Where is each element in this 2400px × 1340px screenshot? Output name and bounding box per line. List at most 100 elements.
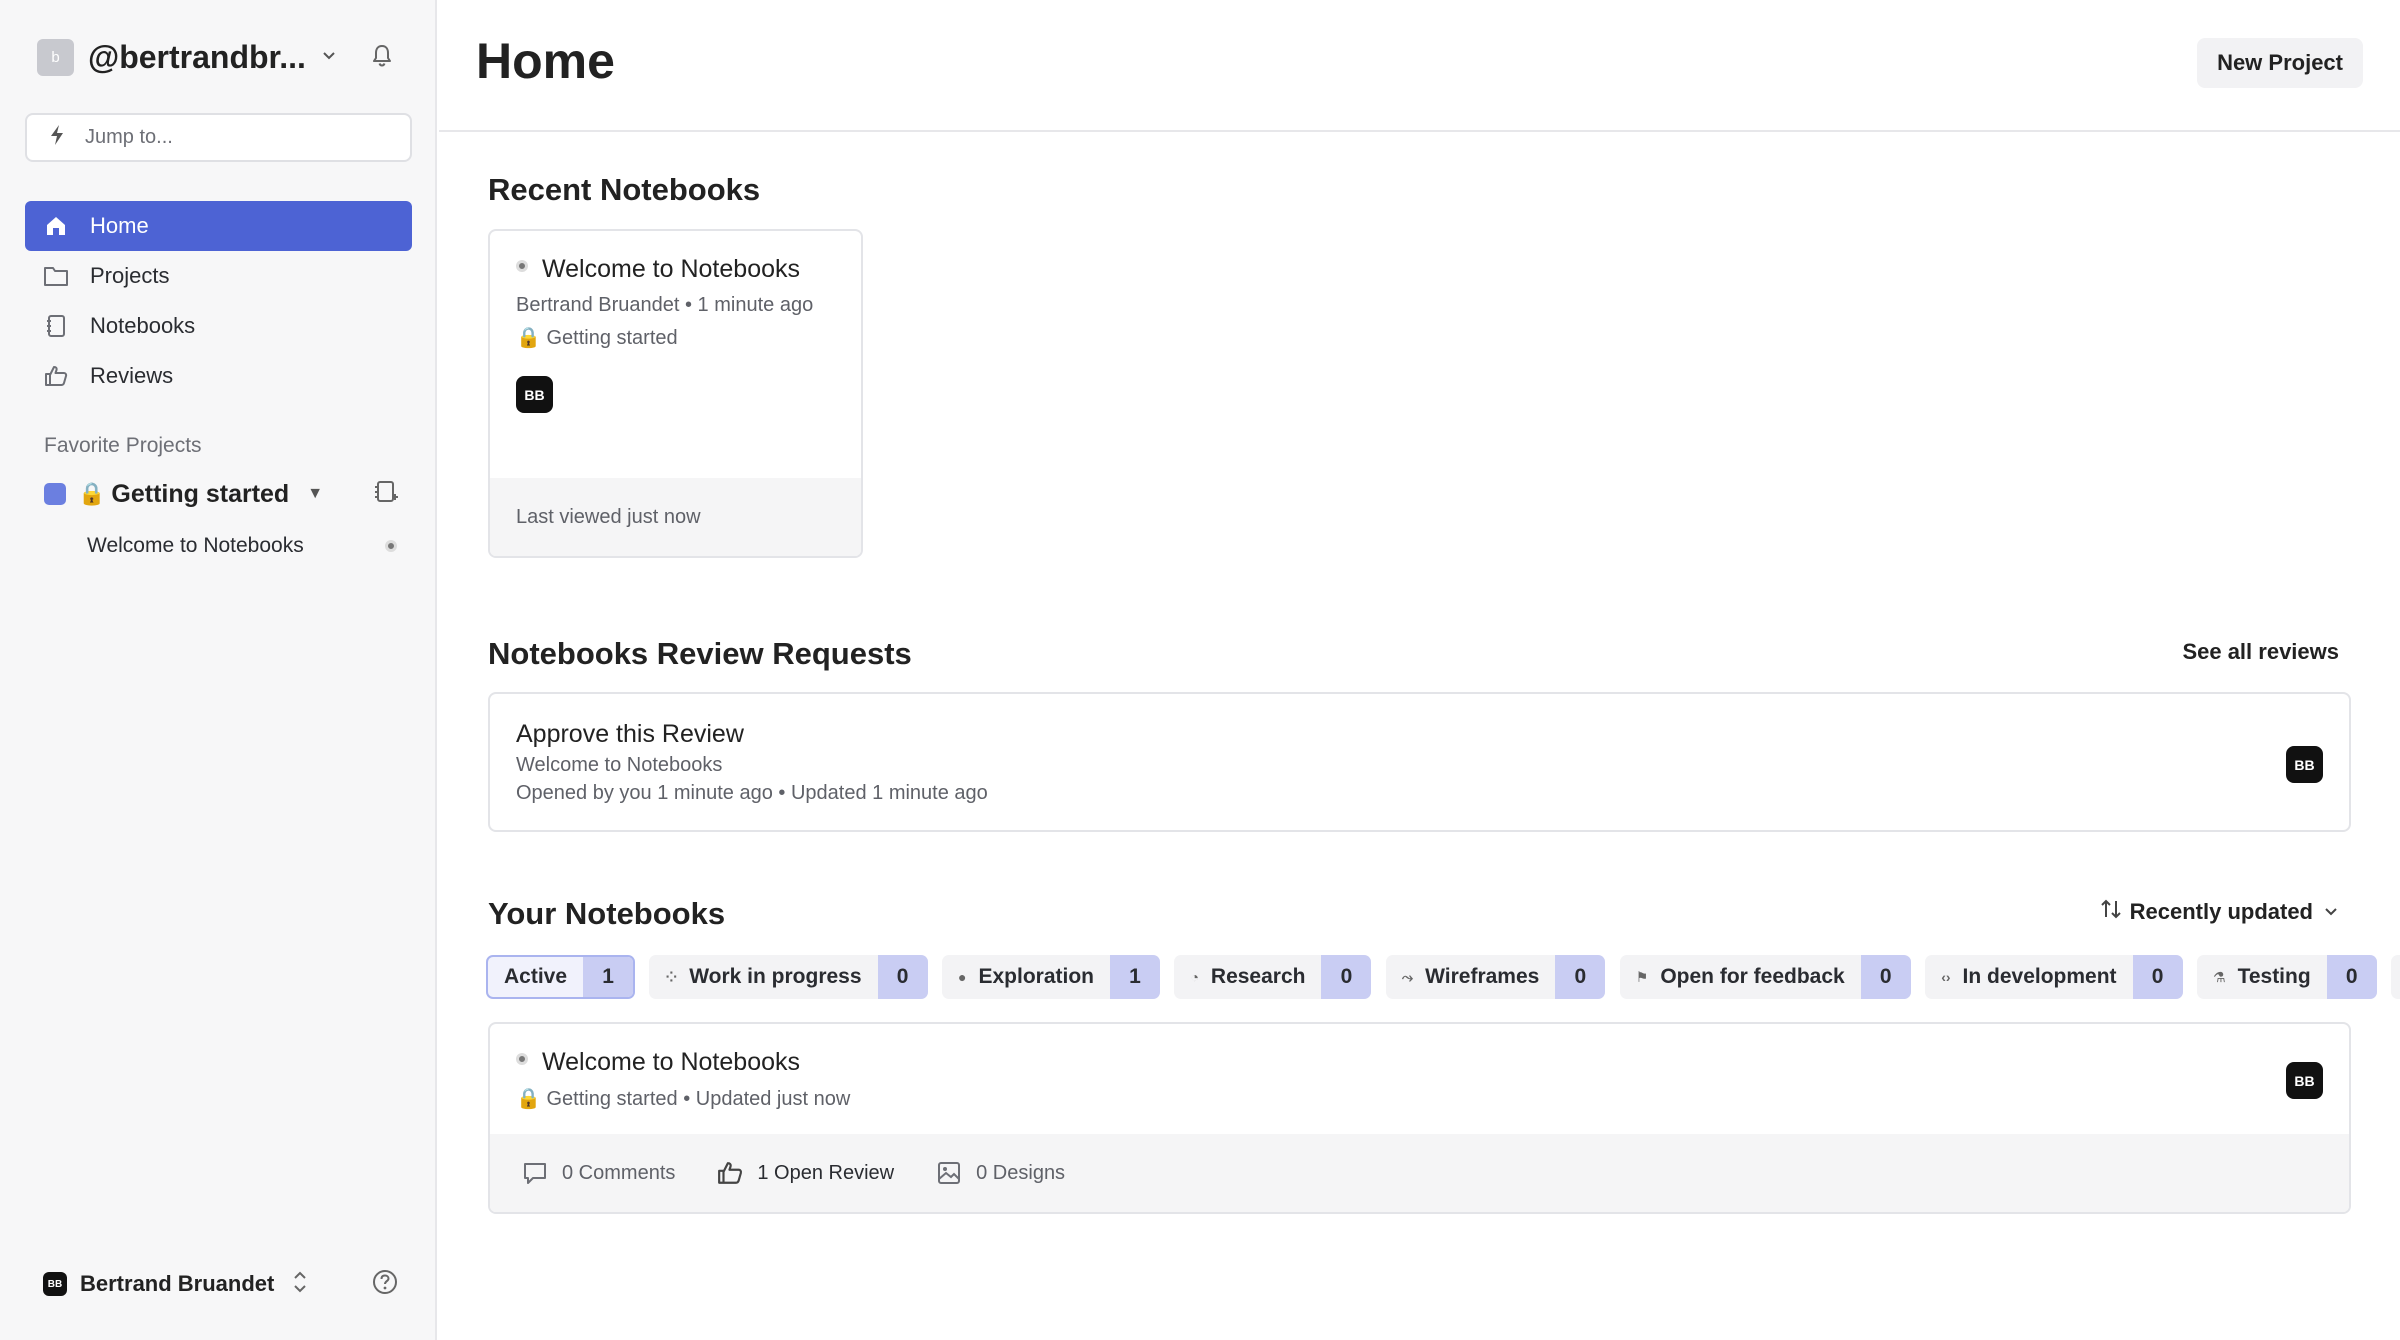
review-title: Approve this Review: [516, 720, 744, 748]
bell-icon[interactable]: [371, 43, 393, 72]
user-name: Bertrand Bruandet: [80, 1271, 275, 1296]
sidebar-item-label: Reviews: [90, 363, 174, 388]
status-dot-icon: [516, 259, 528, 272]
sidebar-item-notebooks[interactable]: Notebooks: [25, 301, 412, 351]
avatar: BB: [2286, 746, 2323, 783]
sidebar-item-label: Home: [90, 213, 149, 238]
chevron-down-icon: [2323, 899, 2339, 925]
filter-wireframes[interactable]: ⤳ Wireframes 0: [1385, 955, 1606, 999]
caret-down-icon[interactable]: ▼: [307, 485, 323, 503]
sidebar-nav: Home Projects Notebooks Reviews: [25, 201, 412, 401]
recent-notebook-card[interactable]: Welcome to Notebooks Bertrand Bruandet •…: [488, 229, 863, 558]
folder-icon: [42, 262, 70, 290]
chevron-down-icon[interactable]: [320, 46, 338, 69]
filter-count: 0: [877, 955, 928, 999]
favorite-project-name: Getting started: [111, 479, 290, 508]
see-all-reviews-link[interactable]: See all reviews: [2182, 639, 2339, 665]
designs-count[interactable]: 0 Designs: [936, 1160, 1065, 1186]
help-icon[interactable]: [372, 1269, 398, 1300]
circle-icon: ●: [958, 969, 967, 985]
wireframe-icon: ⤳: [1401, 968, 1414, 985]
research-icon: ◔: [1190, 969, 1199, 985]
review-requests-heading: Notebooks Review Requests: [488, 636, 912, 671]
favorite-notebook-label: Welcome to Notebooks: [87, 534, 304, 557]
avatar: BB: [43, 1272, 67, 1296]
review-meta: Opened by you 1 minute ago • Updated 1 m…: [516, 782, 988, 804]
filter-label: Work in progress: [689, 965, 862, 988]
notebook-list-item[interactable]: Welcome to Notebooks 🔒 Getting started •…: [488, 1022, 2351, 1214]
open-review-count[interactable]: 1 Open Review: [717, 1160, 894, 1186]
filter-count: 0: [2132, 955, 2183, 999]
add-notebook-icon[interactable]: [373, 479, 399, 510]
page-title: Home: [476, 33, 615, 89]
sort-dropdown[interactable]: Recently updated: [2100, 898, 2339, 926]
flag-icon: ⚑: [1635, 968, 1649, 985]
user-menu[interactable]: BB Bertrand Bruandet: [43, 1266, 398, 1302]
status-filter-bar: Active 1 ⁘ Work in progress 0 ● Exploratio…: [486, 955, 2400, 999]
sidebar-item-home[interactable]: Home: [25, 201, 412, 251]
filter-exploration[interactable]: ● Exploration 1: [942, 955, 1160, 999]
lock-icon: 🔒: [78, 481, 106, 506]
flask-icon: ⚗: [2213, 968, 2226, 985]
filter-count: 0: [1321, 955, 1372, 999]
filter-count: 1: [1109, 955, 1160, 999]
status-dot-icon: [516, 1052, 528, 1065]
favorite-project-getting-started[interactable]: 🔒 Getting started ▼: [44, 476, 399, 512]
notebook-title: Welcome to Notebooks: [542, 255, 800, 283]
notebook-author-time: Bertrand Bruandet • 1 minute ago: [516, 294, 814, 316]
sparkle-icon: ⁘: [665, 968, 678, 985]
lightning-icon: [49, 124, 65, 152]
comments-label: 0 Comments: [562, 1161, 676, 1184]
recent-notebooks-heading: Recent Notebooks: [488, 172, 761, 207]
code-icon: ‹›: [1941, 969, 1951, 985]
open-review-label: 1 Open Review: [757, 1161, 895, 1184]
thumbs-up-icon: [42, 362, 70, 390]
new-project-button[interactable]: New Project: [2197, 38, 2363, 88]
image-icon: [936, 1160, 962, 1186]
review-notebook: Welcome to Notebooks: [516, 754, 723, 776]
filter-paused[interactable]: ❚❚Pa: [2391, 955, 2400, 999]
project-color-dot: [44, 483, 66, 505]
filter-count: 0: [2326, 955, 2377, 999]
avatar: BB: [516, 376, 553, 413]
filter-open-for-feedback[interactable]: ⚑ Open for feedback 0: [1619, 955, 1911, 999]
top-bar: Home New Project: [439, 0, 2400, 132]
filter-label: Wireframes: [1425, 965, 1540, 988]
filter-label: Exploration: [978, 965, 1094, 988]
notebook-title: Welcome to Notebooks: [542, 1048, 800, 1076]
filter-count: 1: [583, 957, 634, 997]
comment-icon: [522, 1160, 548, 1186]
sidebar-item-label: Projects: [90, 263, 170, 288]
filter-testing[interactable]: ⚗ Testing 0: [2197, 955, 2377, 999]
comments-count[interactable]: 0 Comments: [522, 1160, 675, 1186]
filter-label: Active: [504, 965, 568, 988]
workspace-name: @bertrandbr...: [88, 38, 306, 75]
review-request-item[interactable]: Approve this Review Welcome to Notebooks…: [488, 692, 2351, 832]
filter-count: 0: [1555, 955, 1606, 999]
status-dot-icon: [385, 540, 397, 552]
favorite-notebook-item[interactable]: Welcome to Notebooks: [87, 530, 397, 562]
notebook-stats: 0 Comments 1 Open Review 0 Designs: [490, 1134, 2349, 1212]
notebook-meta: 🔒 Getting started • Updated just now: [516, 1088, 851, 1110]
notebook-project: 🔒 Getting started: [516, 327, 678, 349]
workspace-switcher[interactable]: b @bertrandbr...: [37, 38, 407, 76]
filter-label: Open for feedback: [1660, 965, 1845, 988]
sidebar-item-reviews[interactable]: Reviews: [25, 351, 412, 401]
sidebar: b @bertrandbr... Jump to... Home Project…: [0, 0, 437, 1340]
sort-icon: [2100, 898, 2122, 926]
filter-research[interactable]: ◔ Research 0: [1174, 955, 1372, 999]
filter-active[interactable]: Active 1: [486, 955, 636, 999]
filter-work-in-progress[interactable]: ⁘ Work in progress 0: [649, 955, 928, 999]
your-notebooks-heading: Your Notebooks: [488, 896, 726, 931]
favorite-projects-heading: Favorite Projects: [44, 434, 202, 457]
sidebar-item-label: Notebooks: [90, 313, 196, 338]
designs-label: 0 Designs: [976, 1161, 1066, 1184]
jump-to-placeholder: Jump to...: [85, 126, 173, 148]
last-viewed: Last viewed just now: [490, 478, 861, 556]
thumbs-up-icon: [717, 1160, 743, 1186]
filter-in-development[interactable]: ‹› In development 0: [1925, 955, 2183, 999]
sort-label: Recently updated: [2129, 899, 2313, 924]
filter-label: Testing: [2237, 965, 2311, 988]
sidebar-item-projects[interactable]: Projects: [25, 251, 412, 301]
jump-to-search[interactable]: Jump to...: [25, 113, 412, 162]
